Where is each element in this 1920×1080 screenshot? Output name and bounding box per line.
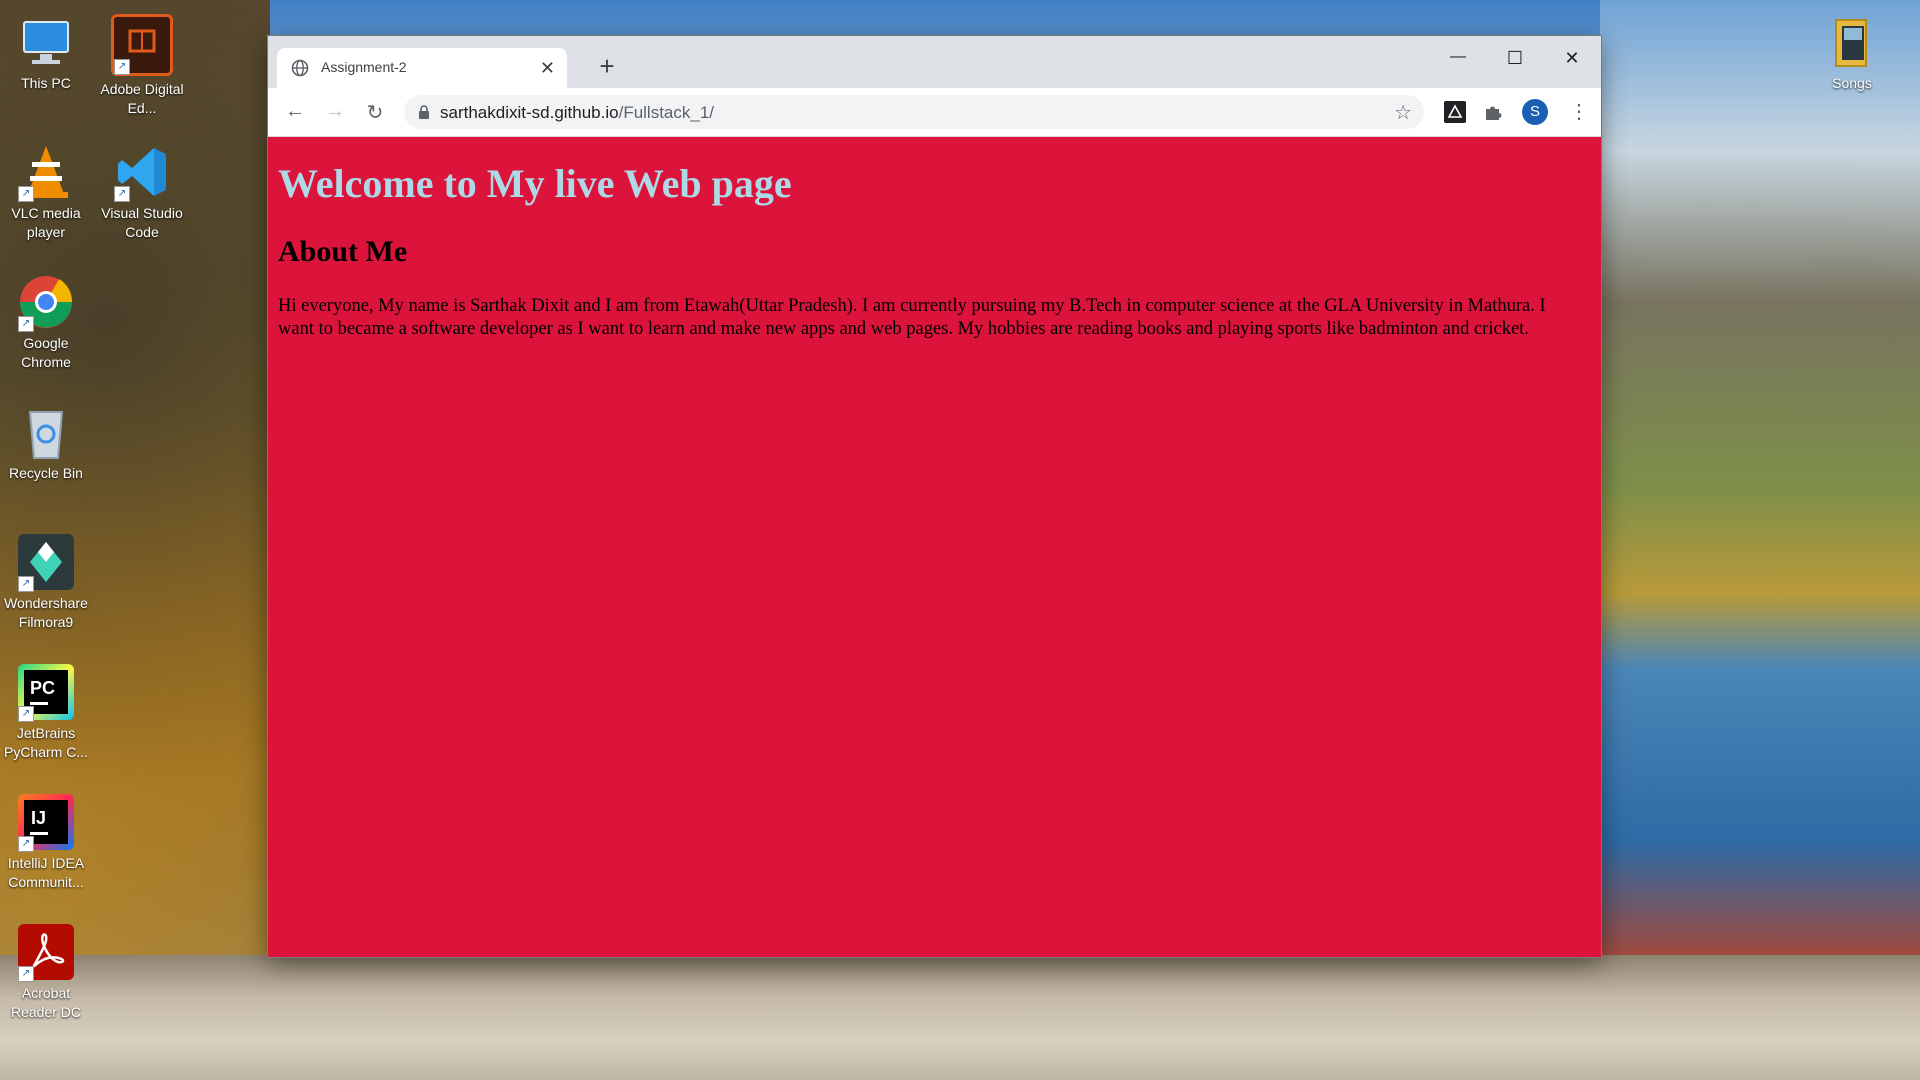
computer-icon	[18, 14, 74, 70]
desktop-icon-label: Adobe Digital Ed...	[100, 81, 184, 116]
folder-icon	[1824, 14, 1880, 70]
shortcut-arrow-icon: ↗	[114, 186, 130, 202]
desktop-icon-acrobat[interactable]: ↗ Acrobat Reader DC	[0, 918, 92, 1022]
shortcut-arrow-icon: ↗	[114, 59, 130, 75]
more-options-icon[interactable]: ⋮	[1568, 101, 1590, 123]
intellij-icon: IJ ↗	[18, 794, 74, 852]
forward-button[interactable]: →	[322, 100, 348, 124]
new-tab-button[interactable]: +	[592, 51, 622, 82]
desktop-icon-adobe-digital-editions[interactable]: ↗ Adobe Digital Ed...	[96, 8, 188, 118]
minimize-button[interactable]: —	[1435, 48, 1481, 76]
vlc-icon: ↗	[18, 144, 74, 202]
desktop-icon-label: Wondershare Filmora9	[4, 595, 88, 630]
tab-assignment-2[interactable]: Assignment-2 ✕	[277, 48, 567, 88]
globe-icon	[291, 59, 309, 77]
desktop-icon-label: This PC	[21, 75, 71, 91]
wallpaper-right	[1600, 0, 1920, 1080]
vscode-icon: ↗	[114, 144, 170, 202]
desktop: This PC ↗ Adobe Digital Ed... ↗ VLC medi…	[0, 0, 1920, 1080]
browser-toolbar: ← → ↻ sarthakdixit-sd.github.io/Fullstac…	[268, 88, 1601, 137]
desktop-icon-filmora[interactable]: ↗ Wondershare Filmora9	[0, 528, 92, 632]
desktop-icon-songs[interactable]: Songs	[1806, 8, 1898, 93]
profile-initial: S	[1529, 103, 1540, 120]
desktop-icon-chrome[interactable]: ↗ Google Chrome	[0, 268, 92, 372]
recycle-bin-icon	[18, 404, 74, 460]
web-page-content: Welcome to My live Web page About Me Hi …	[268, 137, 1601, 957]
chrome-icon: ↗	[18, 274, 74, 332]
tab-close-icon[interactable]: ✕	[540, 58, 555, 79]
address-bar[interactable]: sarthakdixit-sd.github.io/Fullstack_1/ ☆	[404, 95, 1424, 129]
shortcut-arrow-icon: ↗	[18, 836, 34, 852]
reload-button[interactable]: ↻	[362, 100, 388, 124]
back-button[interactable]: ←	[282, 100, 308, 124]
desktop-icon-recycle-bin[interactable]: Recycle Bin	[0, 398, 92, 483]
bookmark-star-icon[interactable]: ☆	[1394, 100, 1412, 125]
page-heading: Welcome to My live Web page	[278, 161, 792, 206]
desktop-icon-label: Visual Studio Code	[101, 205, 183, 240]
adobe-digital-editions-icon: ↗	[111, 14, 173, 76]
desktop-icon-label: VLC media player	[11, 205, 81, 240]
desktop-icon-vscode[interactable]: ↗ Visual Studio Code	[96, 138, 188, 242]
puzzle-extensions-icon[interactable]	[1482, 101, 1504, 123]
desktop-icon-intellij[interactable]: IJ ↗ IntelliJ IDEA Communit...	[0, 788, 92, 892]
desktop-icon-pycharm[interactable]: PC ↗ JetBrains PyCharm C...	[0, 658, 92, 762]
svg-text:PC: PC	[30, 678, 55, 698]
url-text: sarthakdixit-sd.github.io/Fullstack_1/	[440, 103, 714, 123]
about-me-paragraph: Hi everyone, My name is Sarthak Dixit an…	[278, 296, 1546, 339]
shortcut-arrow-icon: ↗	[18, 966, 34, 982]
profile-avatar[interactable]: S	[1522, 99, 1548, 125]
acrobat-icon: ↗	[18, 924, 74, 982]
maximize-button[interactable]: ☐	[1492, 48, 1538, 76]
desktop-icon-label: Recycle Bin	[9, 465, 83, 481]
url-host: sarthakdixit-sd.github.io	[440, 103, 619, 122]
shortcut-arrow-icon: ↗	[18, 706, 34, 722]
desktop-icon-label: JetBrains PyCharm C...	[3, 725, 88, 760]
desktop-icon-vlc[interactable]: ↗ VLC media player	[0, 138, 92, 242]
shortcut-arrow-icon: ↗	[18, 316, 34, 332]
shortcut-arrow-icon: ↗	[18, 576, 34, 592]
desktop-icon-label: Acrobat Reader DC	[10, 985, 82, 1020]
desktop-icon-label: Google Chrome	[21, 335, 71, 370]
browser-titlebar: Assignment-2 ✕ + — ☐ ✕	[268, 36, 1601, 88]
svg-text:IJ: IJ	[31, 808, 46, 828]
filmora-icon: ↗	[18, 534, 74, 592]
desktop-icon-this-pc[interactable]: This PC	[0, 8, 92, 93]
about-me-heading: About Me	[278, 235, 408, 268]
pycharm-icon: PC ↗	[18, 664, 74, 722]
desktop-icon-label: Songs	[1832, 75, 1872, 91]
close-window-button[interactable]: ✕	[1549, 48, 1595, 76]
tab-title: Assignment-2	[321, 59, 407, 75]
extension-icon[interactable]	[1444, 101, 1466, 123]
desktop-icon-label: IntelliJ IDEA Communit...	[7, 855, 85, 890]
wallpaper-bottom	[0, 955, 1920, 1080]
lock-icon	[418, 104, 430, 119]
shortcut-arrow-icon: ↗	[18, 186, 34, 202]
browser-window: Assignment-2 ✕ + — ☐ ✕ ← → ↻ sarthakdixi…	[268, 36, 1601, 957]
url-path: /Fullstack_1/	[618, 103, 715, 122]
